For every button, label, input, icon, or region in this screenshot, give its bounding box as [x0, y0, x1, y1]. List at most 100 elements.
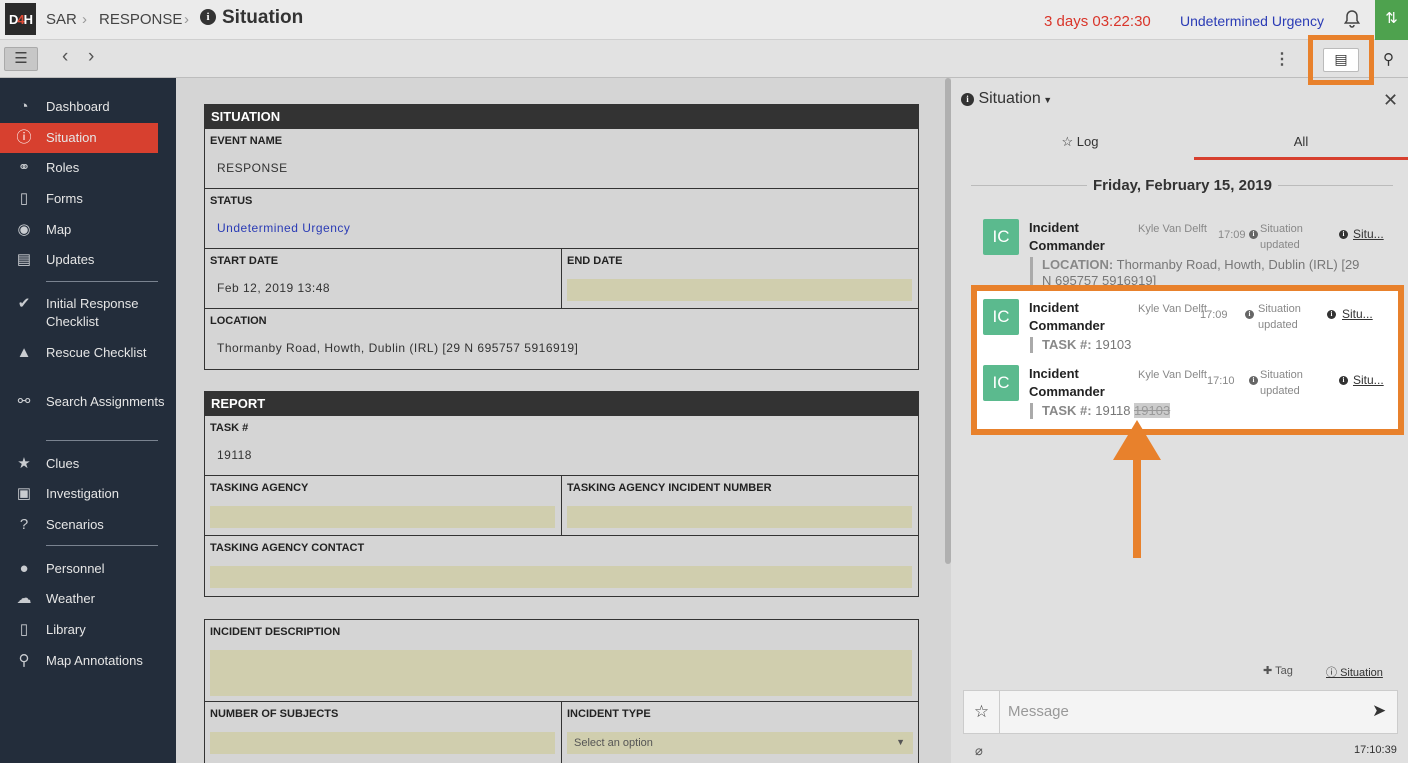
- number-of-subjects-field: NUMBER OF SUBJECTS: [205, 702, 562, 763]
- menu-toggle-button[interactable]: ☰: [4, 47, 38, 71]
- incident-type-field: INCIDENT TYPE Select an option ▼: [562, 702, 919, 763]
- entry-situation-link[interactable]: Situ...: [1353, 227, 1384, 241]
- back-arrow-icon[interactable]: ‹: [62, 47, 68, 67]
- tasking-agency-field: TASKING AGENCY: [205, 476, 562, 536]
- app-logo[interactable]: D4H: [5, 3, 36, 35]
- task-number-value[interactable]: 19118: [217, 448, 252, 462]
- info-icon: ⓘ: [1326, 667, 1337, 679]
- elapsed-timer: 3 days 03:22:30: [1044, 13, 1151, 30]
- info-icon: i: [1249, 376, 1258, 385]
- situation-form: SITUATION EVENT NAME RESPONSE STATUS Und…: [176, 78, 946, 763]
- info-icon: i: [1249, 230, 1258, 239]
- end-date-input[interactable]: [567, 279, 912, 301]
- event-name-value[interactable]: RESPONSE: [217, 161, 288, 175]
- globe-icon: ◉: [17, 221, 31, 238]
- entry-detail: TASK #: 19118 19103: [1030, 403, 1370, 419]
- incident-type-select[interactable]: Select an option ▼: [567, 732, 913, 754]
- info-icon: i: [1339, 230, 1348, 239]
- add-tag-button[interactable]: ✚ Tag: [1263, 664, 1293, 677]
- callout-arrow: [1113, 420, 1161, 558]
- location-value[interactable]: Thormanby Road, Howth, Dublin (IRL) [29 …: [217, 341, 578, 355]
- page-title: Situation: [222, 7, 304, 28]
- situation-filter-link[interactable]: ⓘ Situation: [1326, 664, 1383, 680]
- entry-action: Situation updated: [1260, 369, 1303, 397]
- chat-icon[interactable]: ▤: [1323, 48, 1359, 72]
- sidebar-item-situation[interactable]: ⓘ Situation: [0, 123, 158, 153]
- message-composer: ☆ Message ➤: [963, 690, 1398, 734]
- location-pin-icon[interactable]: ⚲: [1383, 50, 1394, 68]
- entry-action: Situation updated: [1260, 223, 1303, 251]
- bell-icon[interactable]: [1342, 9, 1362, 29]
- entry-role: Incident Commander: [1029, 220, 1105, 253]
- weather-icon: ☁: [16, 590, 32, 607]
- avatar: IC: [983, 219, 1019, 255]
- situation-section: SITUATION EVENT NAME RESPONSE STATUS Und…: [204, 104, 919, 370]
- star-outline-icon: ☆: [1061, 134, 1074, 149]
- sync-icon[interactable]: ⇅: [1375, 0, 1408, 40]
- entry-time: 17:10: [1207, 375, 1235, 387]
- entry-user: Kyle Van Delft: [1138, 223, 1207, 235]
- incident-description-field: INCIDENT DESCRIPTION: [205, 620, 919, 702]
- sidebar: ◔ Dashboard ⓘ Situation ⚭ Roles ▯ Forms ◉ Map…: [0, 78, 176, 763]
- tasking-agency-input[interactable]: [210, 506, 555, 528]
- tab-log[interactable]: ☆ Log: [966, 128, 1194, 160]
- entry-situation-link[interactable]: Situ...: [1353, 373, 1384, 387]
- entry-detail: LOCATION: Thormanby Road, Howth, Dublin …: [1030, 257, 1370, 285]
- pin-icon: ⚲: [18, 652, 30, 669]
- tasking-agency-contact-field: TASKING AGENCY CONTACT: [205, 536, 919, 597]
- tab-all[interactable]: All: [1194, 128, 1408, 160]
- section-heading: REPORT: [205, 392, 918, 416]
- updates-panel-toggle: ▤: [1308, 35, 1374, 85]
- status-value[interactable]: Undetermined Urgency: [217, 221, 350, 235]
- entry-situation-link[interactable]: Situ...: [1342, 307, 1373, 321]
- entry-role: Incident Commander: [1029, 366, 1105, 399]
- updates-panel-title[interactable]: i Situation ▼: [961, 90, 1052, 108]
- tasking-agency-incident-number-field: TASKING AGENCY INCIDENT NUMBER: [562, 476, 919, 536]
- person-icon: ●: [19, 560, 29, 577]
- tasking-agency-contact-input[interactable]: [210, 566, 912, 588]
- info-icon: i: [961, 93, 974, 106]
- entry-action: Situation updated: [1258, 303, 1301, 331]
- chevron-down-icon: ▼: [896, 737, 905, 747]
- section-heading: SITUATION: [205, 105, 918, 129]
- event-name-field: EVENT NAME RESPONSE: [205, 129, 919, 189]
- sidebar-divider: [46, 545, 158, 546]
- entry-user: Kyle Van Delft: [1138, 369, 1207, 381]
- close-icon[interactable]: ✕: [1383, 90, 1398, 111]
- entry-detail: TASK #: 19103: [1030, 337, 1370, 353]
- breadcrumb-sar[interactable]: SAR: [46, 11, 77, 28]
- more-options-icon[interactable]: ⋮: [1274, 49, 1290, 69]
- urgency-status[interactable]: Undetermined Urgency: [1180, 13, 1324, 29]
- entry-time: 17:09: [1200, 309, 1228, 321]
- info-icon: i: [200, 9, 216, 25]
- info-icon: i: [1245, 310, 1254, 319]
- check-icon: ✔: [17, 295, 31, 312]
- sidebar-divider: [46, 281, 158, 282]
- document-icon: ▯: [19, 190, 29, 207]
- report-section: REPORT TASK # 19118 TASKING AGENCY TASKI…: [204, 391, 919, 597]
- send-icon[interactable]: ➤: [1372, 701, 1386, 721]
- info-icon: i: [1327, 310, 1336, 319]
- star-icon: ★: [17, 455, 31, 472]
- avatar: IC: [983, 299, 1019, 335]
- breadcrumb-separator: ›: [184, 11, 189, 28]
- breadcrumb-response[interactable]: RESPONSE: [99, 11, 182, 28]
- sidebar-divider: [46, 440, 158, 441]
- incident-section: INCIDENT DESCRIPTION NUMBER OF SUBJECTS …: [204, 619, 919, 763]
- attachment-icon[interactable]: ⌀: [975, 743, 983, 759]
- top-bar: D4H SAR › RESPONSE › i Situation 3 days …: [0, 0, 1408, 40]
- forward-arrow-icon[interactable]: ›: [88, 47, 94, 67]
- message-input[interactable]: Message: [1008, 703, 1069, 720]
- status-field: STATUS Undetermined Urgency: [205, 189, 919, 249]
- start-date-value[interactable]: Feb 12, 2019 13:48: [217, 281, 330, 295]
- task-number-field: TASK # 19118: [205, 416, 919, 476]
- number-of-subjects-input[interactable]: [210, 732, 555, 754]
- previous-value: 19103: [1134, 403, 1171, 418]
- binoculars-icon: ⚯: [17, 393, 31, 410]
- incident-description-input[interactable]: [210, 650, 912, 696]
- star-outline-icon[interactable]: ☆: [964, 691, 1000, 733]
- highlighted-updates: IC Incident Commander Kyle Van Delft 17:…: [971, 285, 1404, 435]
- question-icon: ?: [19, 516, 29, 533]
- tasking-agency-incident-number-input[interactable]: [567, 506, 912, 528]
- warning-icon: ▲: [16, 344, 32, 361]
